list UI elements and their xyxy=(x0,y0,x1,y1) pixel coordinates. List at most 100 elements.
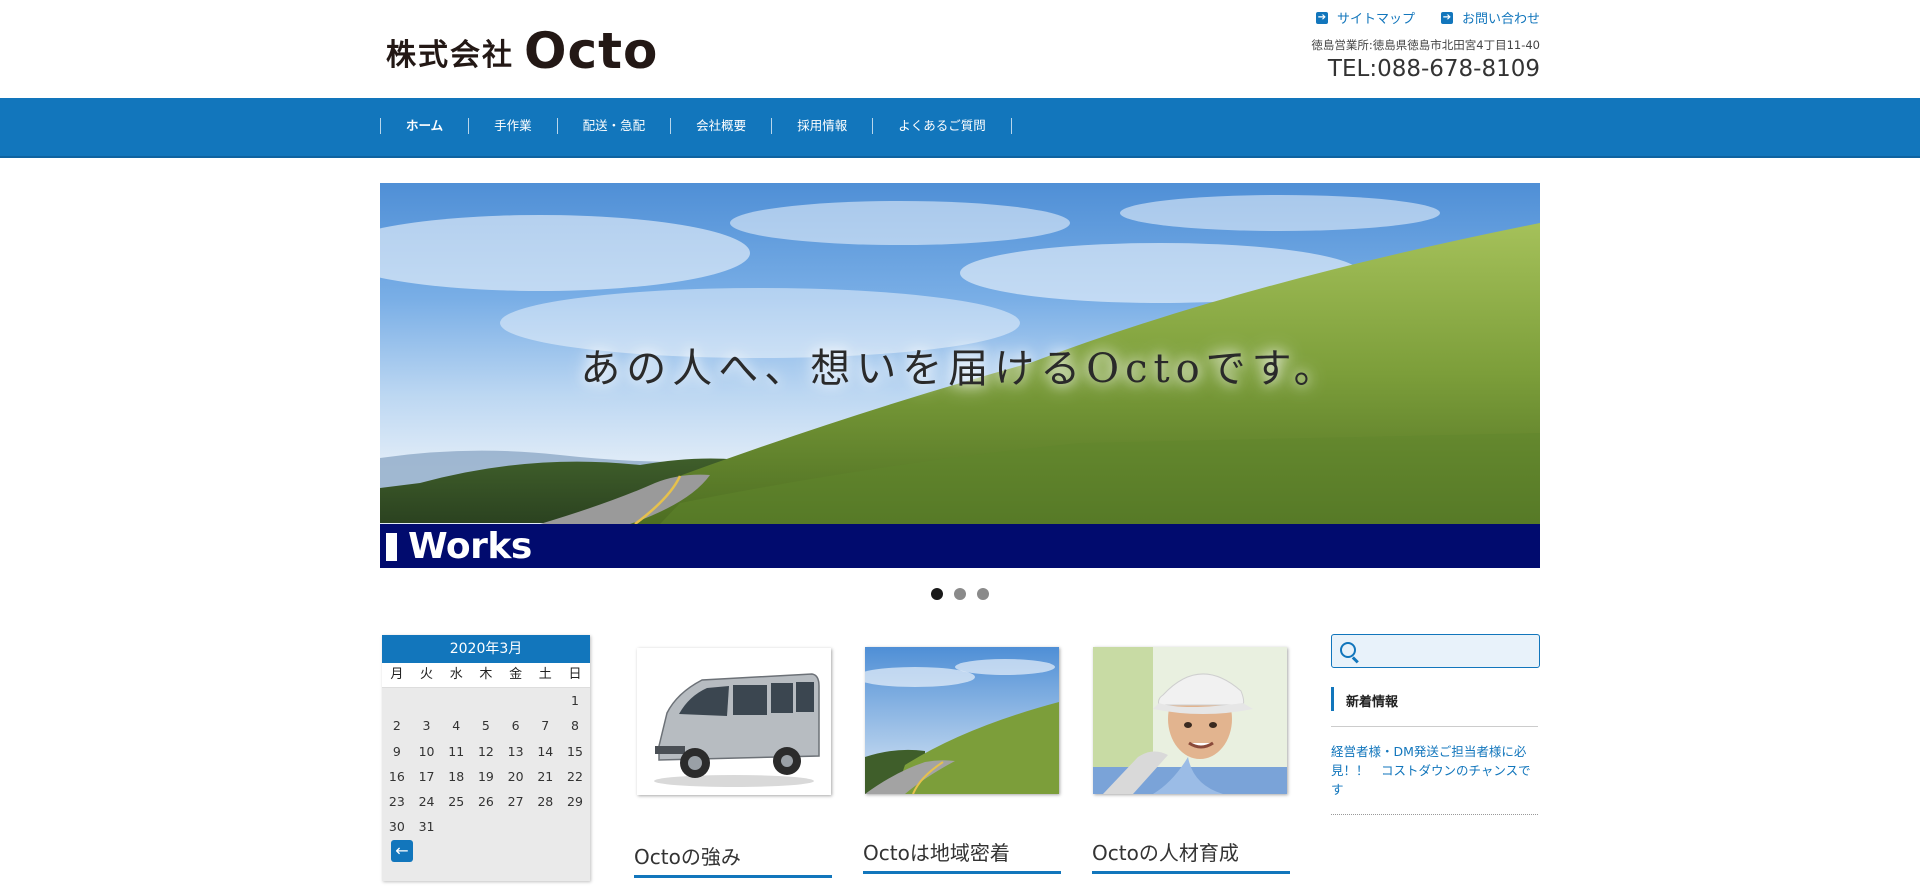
calendar-day[interactable]: 8 xyxy=(560,713,590,738)
card-title-local[interactable]: Octoは地域密着 xyxy=(863,837,1010,866)
calendar-week-row: 16 17 18 19 20 21 22 xyxy=(382,764,590,789)
hero-slider[interactable]: あの人へ、想いを届けるOctoです。 Works xyxy=(380,183,1540,568)
calendar-week-row: 1 xyxy=(382,688,590,713)
calendar-day[interactable]: 13 xyxy=(501,739,531,764)
contact-link-label: お問い合わせ xyxy=(1461,12,1540,27)
logo-company-name: Octo xyxy=(524,22,659,80)
sitemap-link[interactable]: ➔ サイトマップ xyxy=(1315,8,1415,27)
site-header: 株式会社 Octo ➔ サイトマップ ➔ お問い合わせ 徳島営業所:徳島県徳島市… xyxy=(0,0,1920,98)
calendar-day[interactable]: 26 xyxy=(471,789,501,814)
calendar-day[interactable]: 20 xyxy=(501,764,531,789)
calendar-day[interactable]: 1 xyxy=(560,688,590,713)
calendar-day[interactable]: 7 xyxy=(530,713,560,738)
calendar-day[interactable]: 19 xyxy=(471,764,501,789)
logo-company-prefix: 株式会社 xyxy=(386,38,514,73)
news-header-accent xyxy=(1331,687,1334,711)
site-logo[interactable]: 株式会社 Octo xyxy=(386,22,659,80)
calendar-day[interactable]: 5 xyxy=(471,713,501,738)
calendar-day xyxy=(501,814,531,839)
calendar-grid: 1 2 3 4 5 6 7 8 9 10 11 12 13 14 15 16 17 18 19 20 21 22 23 24 2… xyxy=(382,688,590,840)
weekday-label: 木 xyxy=(479,667,493,682)
nav-item-handwork[interactable]: 手作業 xyxy=(468,118,557,134)
weekday-label: 火 xyxy=(420,667,434,682)
calendar-day xyxy=(530,814,560,839)
card-underline xyxy=(634,875,832,878)
calendar-day[interactable]: 29 xyxy=(560,789,590,814)
nav-item-delivery[interactable]: 配送・急配 xyxy=(556,118,671,134)
calendar-day[interactable]: 22 xyxy=(560,764,590,789)
hero-tagline: あの人へ、想いを届けるOctoです。 xyxy=(580,346,1340,392)
arrow-right-icon: ➔ xyxy=(1315,11,1328,24)
search-box xyxy=(1331,634,1540,668)
calendar-day[interactable]: 18 xyxy=(441,764,471,789)
nav-item-recruit[interactable]: 採用情報 xyxy=(771,118,872,134)
calendar-day xyxy=(471,688,501,713)
calendar-day[interactable]: 30 xyxy=(382,814,412,839)
slider-dot-3[interactable] xyxy=(977,588,989,600)
calendar-day[interactable]: 2 xyxy=(382,713,412,738)
calendar-day[interactable]: 27 xyxy=(501,789,531,814)
calendar-day[interactable]: 23 xyxy=(382,789,412,814)
slider-dot-1[interactable] xyxy=(931,588,943,600)
divider xyxy=(1331,726,1538,727)
calendar-week-row: 30 31 xyxy=(382,814,590,839)
calendar-day[interactable]: 28 xyxy=(530,789,560,814)
calendar-day[interactable]: 4 xyxy=(441,713,471,738)
calendar-widget: 2020年3月 月 火 水 木 金 土 日 1 2 3 4 5 6 7 8 9 10 11 12 13 1… xyxy=(382,635,590,881)
calendar-day xyxy=(530,688,560,713)
weekday-label: 日 xyxy=(568,667,582,682)
search-icon[interactable] xyxy=(1340,642,1356,658)
calendar-day xyxy=(441,688,471,713)
slider-dot-2[interactable] xyxy=(954,588,966,600)
calendar-day[interactable]: 17 xyxy=(412,764,442,789)
news-item-link[interactable]: 経営者様・DM発送ご担当者様に必見！！ コストダウンのチャンスです xyxy=(1331,742,1538,799)
calendar-day[interactable]: 10 xyxy=(412,739,442,764)
weekday-label: 金 xyxy=(509,667,523,682)
calendar-week-row: 2345678 xyxy=(382,713,590,738)
calendar-day[interactable]: 12 xyxy=(471,739,501,764)
banner-title: Works xyxy=(408,526,532,567)
nav-item-home[interactable]: ホーム xyxy=(380,118,468,134)
calendar-day[interactable]: 16 xyxy=(382,764,412,789)
card-underline xyxy=(1092,871,1290,874)
calendar-day xyxy=(560,814,590,839)
card-title-strength[interactable]: Octoの強み xyxy=(634,841,741,870)
calendar-day[interactable]: 25 xyxy=(441,789,471,814)
calendar-prev-button[interactable]: ← xyxy=(391,840,413,862)
search-input[interactable] xyxy=(1366,639,1535,663)
calendar-day[interactable]: 15 xyxy=(560,739,590,764)
banner-mark xyxy=(386,533,397,561)
office-address: 徳島営業所:徳島県徳島市北田宮4丁目11-40 xyxy=(1311,38,1540,52)
calendar-week-row: 23 24 25 26 27 28 29 xyxy=(382,789,590,814)
card-title-training[interactable]: Octoの人材育成 xyxy=(1092,837,1239,866)
nav-item-faq[interactable]: よくあるご質問 xyxy=(872,118,1012,134)
card-image-road[interactable] xyxy=(865,647,1059,794)
calendar-day[interactable]: 6 xyxy=(501,713,531,738)
weekday-label: 水 xyxy=(449,667,463,682)
calendar-day xyxy=(441,814,471,839)
header-links: ➔ サイトマップ ➔ お問い合わせ xyxy=(1315,8,1540,27)
main-nav: ホーム 手作業 配送・急配 会社概要 採用情報 よくあるご質問 xyxy=(0,98,1920,158)
calendar-day[interactable]: 21 xyxy=(530,764,560,789)
worker-photo xyxy=(1093,647,1287,794)
weekday-label: 月 xyxy=(390,667,404,682)
calendar-day xyxy=(471,814,501,839)
news-section-header: 新着情報 xyxy=(1331,687,1538,717)
contact-link[interactable]: ➔ お問い合わせ xyxy=(1440,8,1540,27)
calendar-weekdays: 月 火 水 木 金 土 日 xyxy=(382,663,590,688)
weekday-label: 土 xyxy=(538,667,552,682)
calendar-day[interactable]: 14 xyxy=(530,739,560,764)
calendar-day[interactable]: 9 xyxy=(382,739,412,764)
calendar-day[interactable]: 3 xyxy=(412,713,442,738)
card-image-worker[interactable] xyxy=(1093,647,1287,794)
calendar-day[interactable]: 11 xyxy=(441,739,471,764)
calendar-day xyxy=(382,688,412,713)
card-image-van[interactable] xyxy=(637,648,831,795)
van-photo xyxy=(637,648,831,795)
nav-item-company[interactable]: 会社概要 xyxy=(670,118,771,134)
calendar-week-row: 9 10 11 12 13 14 15 xyxy=(382,739,590,764)
calendar-day[interactable]: 24 xyxy=(412,789,442,814)
calendar-title: 2020年3月 xyxy=(382,635,590,663)
arrow-right-icon: ➔ xyxy=(1440,11,1453,24)
calendar-day[interactable]: 31 xyxy=(412,814,442,839)
